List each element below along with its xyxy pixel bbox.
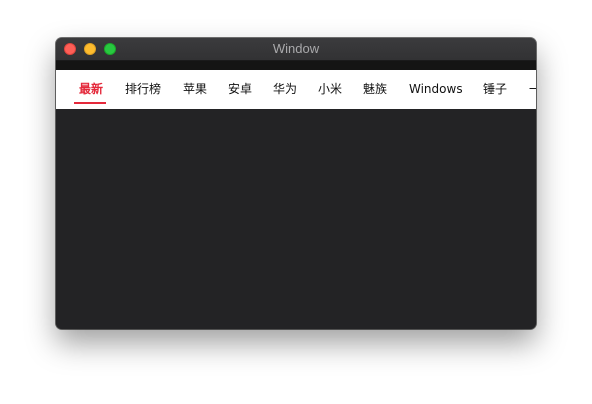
window-title: Window <box>272 41 320 56</box>
category-nav-bar: 最新 排行榜 苹果 安卓 华为 小米 魅族 Windows 锤子 一 <box>56 70 536 109</box>
tab-windows[interactable]: Windows <box>409 70 463 109</box>
tab-ranking[interactable]: 排行榜 <box>125 70 161 109</box>
desktop-stage: Window 最新 排行榜 苹果 安卓 华为 小米 魅族 Windows 锤子 … <box>0 0 592 404</box>
tab-apple[interactable]: 苹果 <box>183 70 207 109</box>
content-area <box>56 109 536 329</box>
tab-xiaomi[interactable]: 小米 <box>318 70 342 109</box>
title-bar[interactable]: Window <box>56 38 536 61</box>
tab-overflow[interactable]: 一 <box>529 70 536 109</box>
tab-meizu[interactable]: 魅族 <box>363 70 387 109</box>
tab-huawei[interactable]: 华为 <box>273 70 297 109</box>
tab-android[interactable]: 安卓 <box>228 70 252 109</box>
toolbar-strip <box>56 61 536 70</box>
tab-smartisan[interactable]: 锤子 <box>483 70 507 109</box>
app-window: Window 最新 排行榜 苹果 安卓 华为 小米 魅族 Windows 锤子 … <box>56 38 536 329</box>
active-tab-indicator <box>74 102 106 104</box>
